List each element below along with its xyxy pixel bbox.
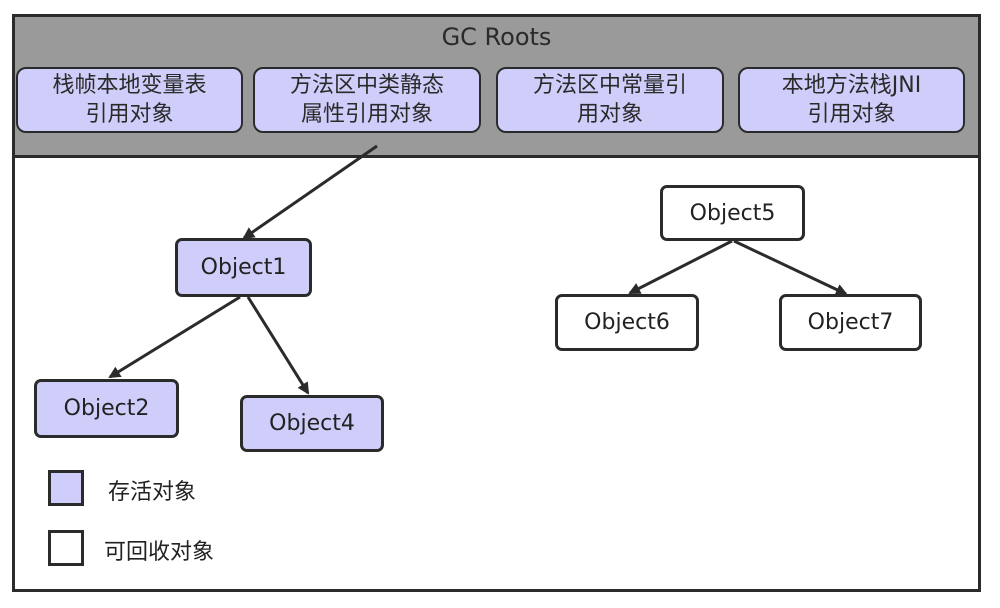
legend-live-label: 存活对象 [108,480,197,505]
arrow-object1-to-object4 [246,296,310,395]
arrow-object1-to-object2 [108,295,241,379]
legend-collectable-label: 可回收对象 [104,540,215,565]
object7-node: Object7 [779,294,922,351]
object5-node: Object5 [660,185,805,241]
object2-node: Object2 [34,379,179,438]
arrow-roots-to-object1 [242,144,378,240]
legend-collectable-swatch [48,530,84,566]
arrow-object5-to-object7 [733,239,848,296]
legend-live-swatch [48,470,84,506]
object1-node: Object1 [175,238,312,297]
object6-node: Object6 [555,294,699,351]
object4-node: Object4 [240,395,384,452]
arrow-object5-to-object6 [628,239,733,295]
